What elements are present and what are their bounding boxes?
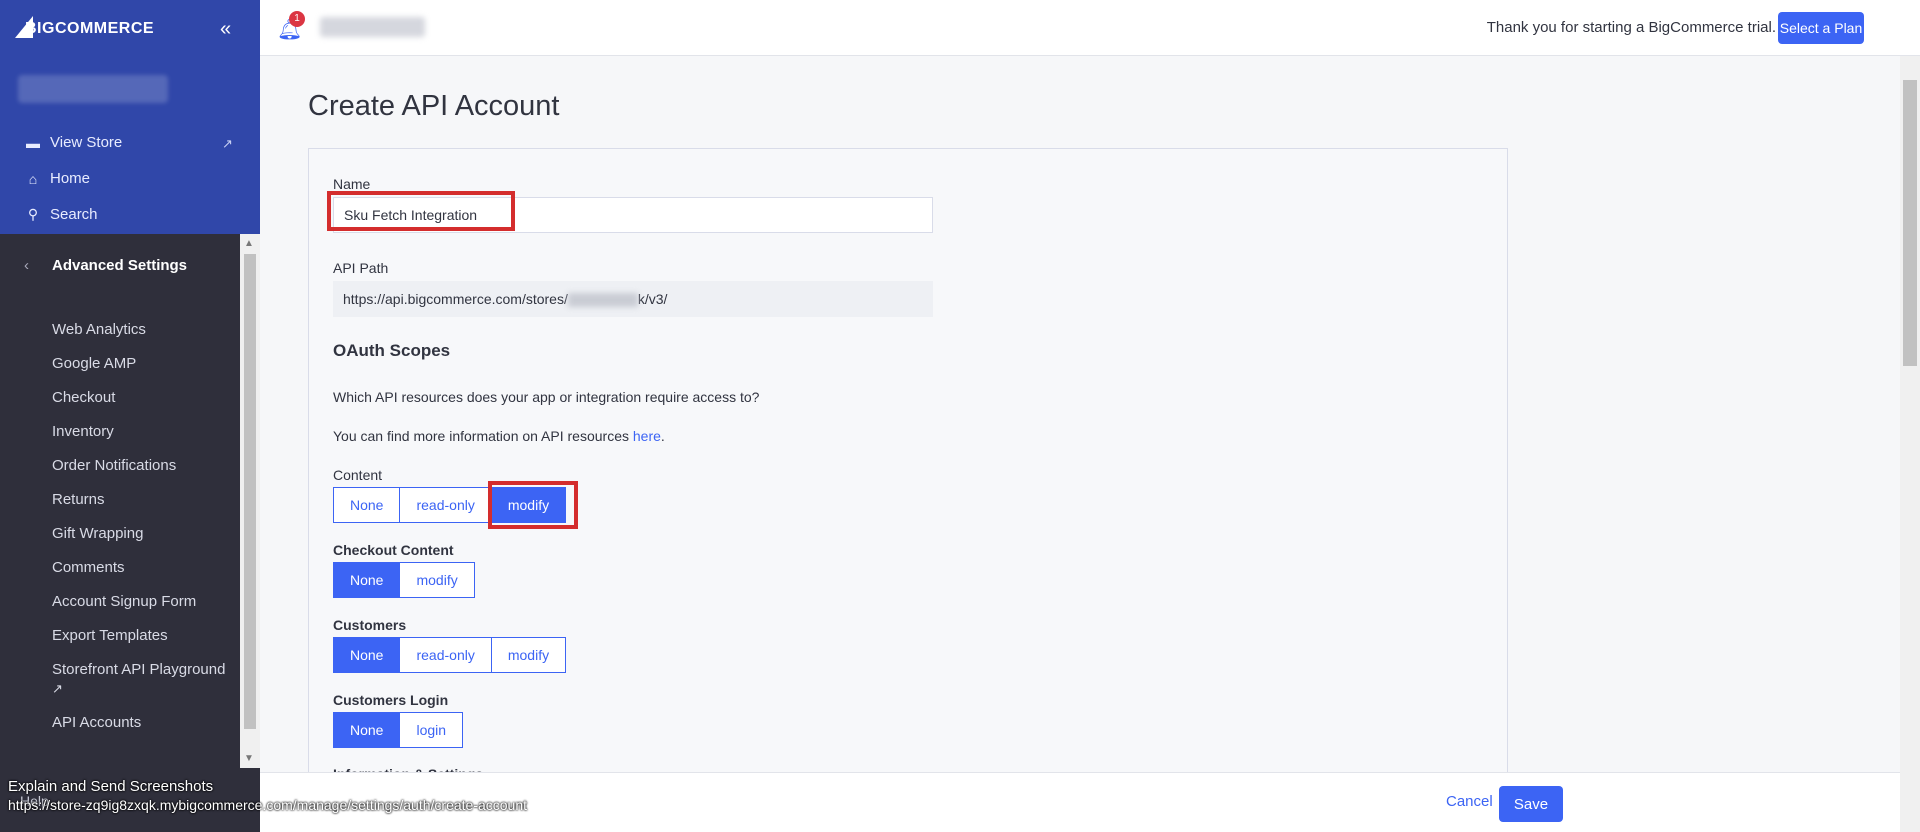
external-link-icon[interactable]: ↗ [222,136,233,152]
content-modify-highlight-box [488,481,578,529]
scope-content-none[interactable]: None [333,487,401,523]
sidebar-item-order-notifications[interactable]: Order Notifications [52,457,176,474]
nav-label: Home [50,170,91,187]
scope-customers-modify[interactable]: modify [491,637,567,673]
sidebar-item-storefront-api-playground[interactable]: Storefront API Playground [52,661,225,678]
brand-name: BIGCOMMERCE [25,20,155,37]
oauth-scopes-title: OAuth Scopes [333,341,451,360]
name-label: Name [333,176,371,192]
sidebar-item-returns[interactable]: Returns [52,491,105,508]
sidebar-item-google-amp[interactable]: Google AMP [52,355,136,372]
bigcommerce-logo[interactable]: BIGCOMMERCE [15,16,155,40]
api-resources-link[interactable]: here [633,428,661,444]
oauth-info-period: . [660,428,665,444]
sidebar-item-comments[interactable]: Comments [52,559,125,576]
sidebar-item-web-analytics[interactable]: Web Analytics [52,321,146,338]
name-highlight-box [327,191,515,231]
scroll-up-icon[interactable]: ▲ [244,238,254,249]
sidebar-item-inventory[interactable]: Inventory [52,423,114,440]
scope-label-checkout-content: Checkout Content [333,542,454,558]
api-path-field: https://api.bigcommerce.com/stores/k/v3/ [333,281,933,317]
scope-content-read-only[interactable]: read-only [400,487,492,523]
scope-checkout-content-modify[interactable]: modify [400,562,475,598]
sidebar-scroll-thumb[interactable] [244,254,256,729]
home-icon: ⌂ [28,170,38,187]
notification-badge: 1 [289,11,305,27]
top-bar: 🔔︎ 1 Thank you for starting a BigCommerc… [260,0,1920,56]
chevron-left-icon[interactable]: ‹ [24,257,42,274]
nav-search[interactable]: ⚲ Search [24,206,98,223]
api-account-form [308,148,1508,788]
save-button[interactable]: Save [1499,786,1563,822]
cancel-button[interactable]: Cancel [1446,793,1493,810]
api-path-suffix: k/v3/ [637,291,668,307]
api-path-prefix: https://api.bigcommerce.com/stores/ [343,291,568,307]
oauth-question: Which API resources does your app or int… [333,389,760,405]
advanced-settings-header[interactable]: ‹ Advanced Settings [0,234,240,296]
store-icon: ▬ [26,134,40,151]
scope-customers-login-none[interactable]: None [333,712,401,748]
scope-customers-none[interactable]: None [333,637,401,673]
scope-customers-login-group: None login [333,712,464,748]
api-path-label: API Path [333,260,389,276]
scope-customers-group: None read-only modify [333,637,567,673]
scroll-down-icon[interactable]: ▼ [244,753,254,764]
sidebar: BIGCOMMERCE « ▬ View Store ↗ ⌂ Home ⚲ Se… [0,0,260,832]
status-bar-url: https://store-zq9ig8zxqk.mybigcommerce.c… [8,797,528,813]
sidebar-item-api-accounts[interactable]: API Accounts [52,714,141,731]
select-plan-button[interactable]: Select a Plan [1778,12,1864,44]
store-hash-redacted [567,293,638,308]
store-name-redacted [18,75,168,103]
sidebar-item-export-templates[interactable]: Export Templates [52,627,168,644]
scope-label-customers: Customers [333,617,407,633]
scope-label-content: Content [333,467,383,483]
sidebar-item-checkout[interactable]: Checkout [52,389,115,406]
scope-customers-read-only[interactable]: read-only [400,637,492,673]
section-title: Advanced Settings [52,256,188,274]
external-link-icon[interactable]: ↗ [52,681,63,697]
screenshot-overlay: Explain and Send Screenshots https://sto… [8,778,527,813]
nav-label: View Store [50,134,123,151]
store-title-redacted [320,17,425,37]
search-icon: ⚲ [27,206,39,222]
oauth-info: You can find more information on API res… [333,428,665,444]
sidebar-item-account-signup-form[interactable]: Account Signup Form [52,593,196,610]
nav-view-store[interactable]: ▬ View Store [24,134,122,151]
scope-label-customers-login: Customers Login [333,692,449,708]
sidebar-header: BIGCOMMERCE « ▬ View Store ↗ ⌂ Home ⚲ Se… [0,0,260,234]
logo-mark-icon [15,16,33,38]
trial-message: Thank you for starting a BigCommerce tri… [1486,19,1776,36]
scope-customers-login-login[interactable]: login [400,712,464,748]
scope-checkout-content-group: None modify [333,562,475,598]
nav-label: Search [50,206,98,223]
page-title: Create API Account [308,90,560,122]
sidebar-item-gift-wrapping[interactable]: Gift Wrapping [52,525,143,542]
main-scroll-thumb[interactable] [1903,80,1917,366]
scope-checkout-content-none[interactable]: None [333,562,401,598]
oauth-info-text: You can find more information on API res… [333,428,633,444]
nav-home[interactable]: ⌂ Home [24,170,90,187]
collapse-sidebar-icon[interactable]: « [220,18,231,41]
overlay-title: Explain and Send Screenshots [8,778,214,795]
